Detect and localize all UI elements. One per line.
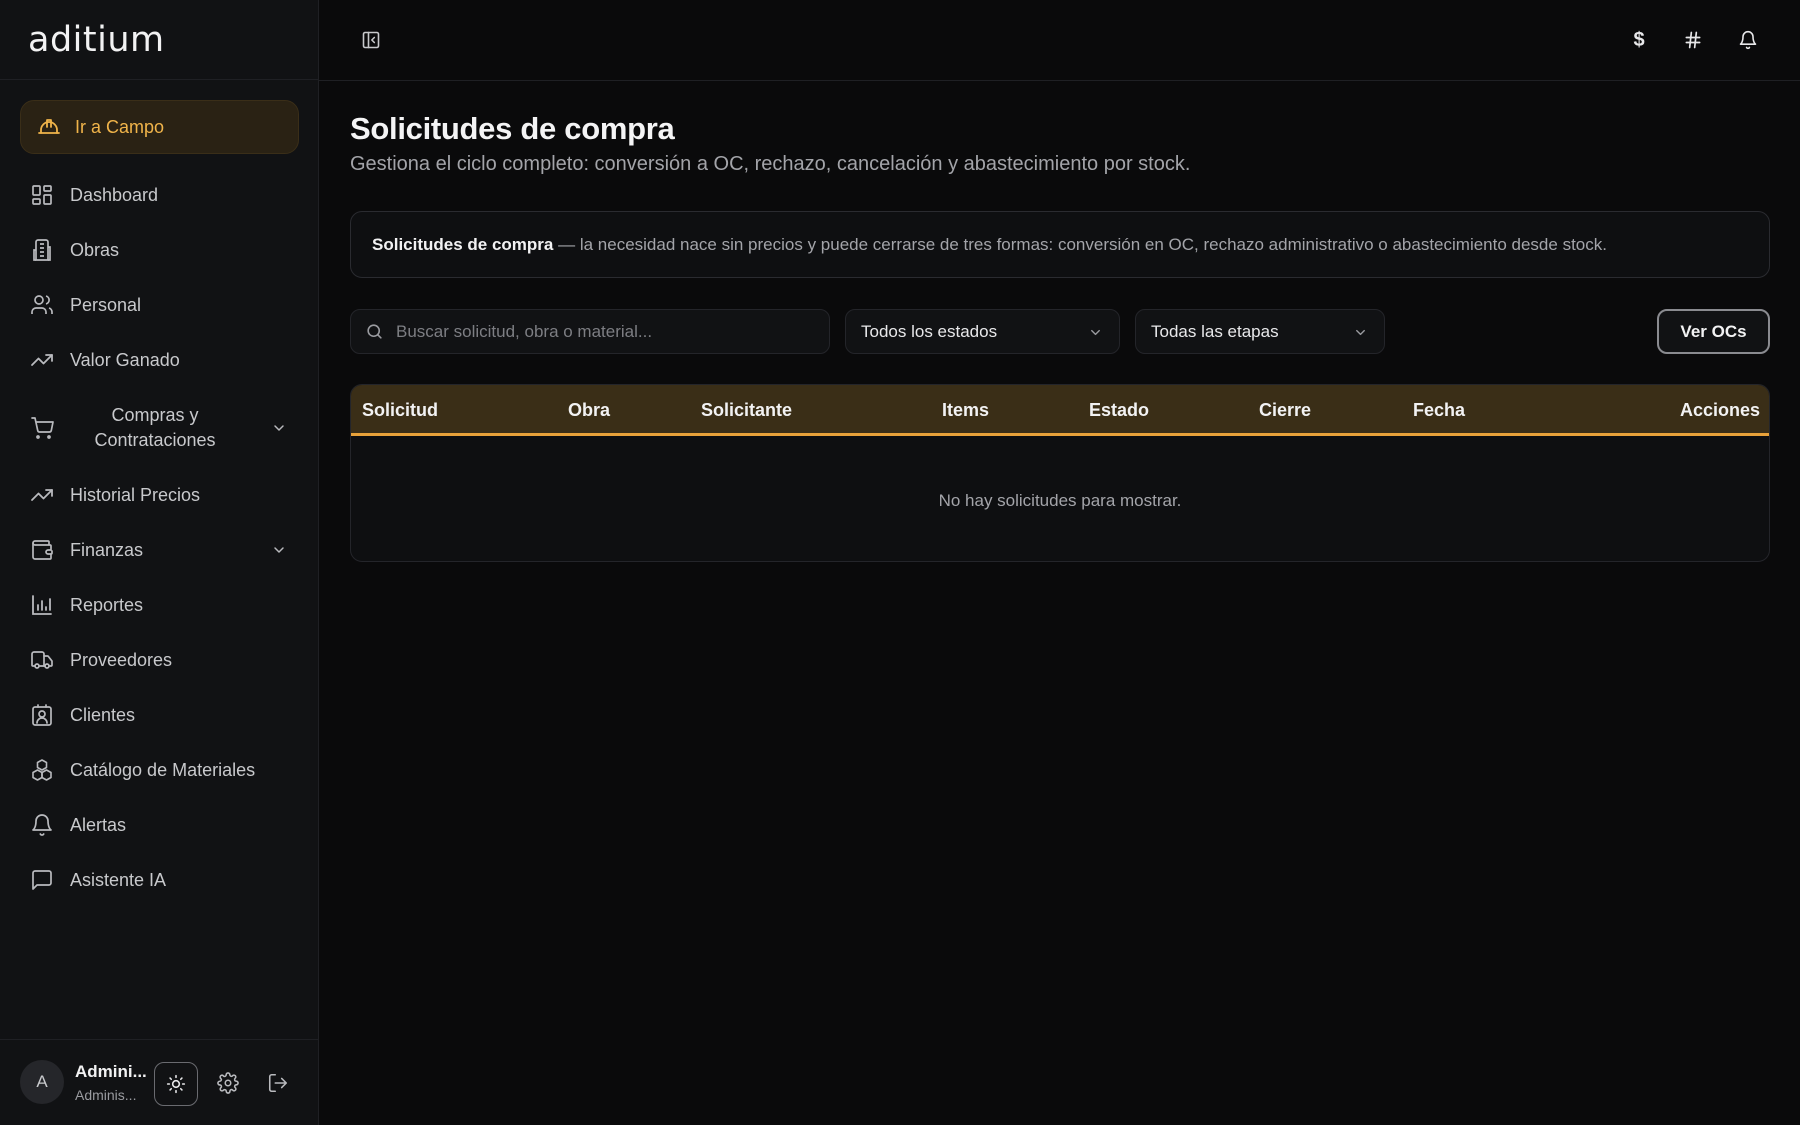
sidebar-item-label: Compras y Contrataciones <box>94 405 216 450</box>
stage-filter-select[interactable]: Todas las etapas <box>1135 309 1385 354</box>
sidebar-item-compras-contrataciones[interactable]: Compras y Contrataciones <box>20 393 299 463</box>
users-icon <box>30 293 54 317</box>
sidebar-item-label: Asistente IA <box>70 869 167 890</box>
chevron-down-icon[interactable] <box>271 542 287 558</box>
search-input[interactable] <box>396 321 816 342</box>
brand-logo[interactable]: aditium <box>28 20 165 60</box>
user-name: Admini... <box>75 1062 147 1081</box>
user-bar: A Admini... Adminis... <box>0 1039 319 1125</box>
sidebar-collapse-icon[interactable] <box>361 30 381 50</box>
bell-icon[interactable] <box>1737 28 1759 52</box>
sidebar-item-reportes[interactable]: Reportes <box>20 582 299 628</box>
chevron-down-icon <box>1088 325 1103 340</box>
hard-hat-icon <box>37 115 61 139</box>
sidebar-item-personal[interactable]: Personal <box>20 282 299 328</box>
user-role: Adminis... <box>75 1087 137 1103</box>
topbar: $ <box>319 0 1800 81</box>
chevron-down-icon <box>1353 325 1368 340</box>
status-filter-select[interactable]: Todos los estados <box>845 309 1120 354</box>
trending-up-icon <box>30 483 54 507</box>
column-header-estado[interactable]: Estado <box>1089 400 1149 421</box>
sidebar-item-historial-precios[interactable]: Historial Precios <box>20 472 299 518</box>
column-header-fecha[interactable]: Fecha <box>1413 400 1465 421</box>
message-icon <box>30 868 54 892</box>
avatar[interactable]: A <box>20 1060 64 1104</box>
sidebar-item-label: Obras <box>70 239 120 260</box>
sidebar-item-label: Historial Precios <box>70 484 201 505</box>
ir-a-campo-label: Ir a Campo <box>75 116 165 137</box>
status-filter-value: Todos los estados <box>861 321 998 341</box>
boxes-icon <box>30 758 54 782</box>
gear-icon[interactable] <box>217 1072 239 1094</box>
sidebar-item-label: Catálogo de Materiales <box>70 759 256 780</box>
sidebar-item-proveedores[interactable]: Proveedores <box>20 637 299 683</box>
dashboard-icon <box>30 183 54 207</box>
requests-table: Solicitud Obra Solicitante Items Estado … <box>350 384 1770 562</box>
sidebar: aditium Ir a Campo Dashboard Obras Perso… <box>0 0 319 1125</box>
column-header-cierre[interactable]: Cierre <box>1259 400 1311 421</box>
brand-header: aditium <box>0 0 318 80</box>
sidebar-item-alertas[interactable]: Alertas <box>20 802 299 848</box>
search-box[interactable] <box>350 309 830 354</box>
column-header-solicitante[interactable]: Solicitante <box>701 400 792 421</box>
sidebar-item-valor-ganado[interactable]: Valor Ganado <box>20 337 299 383</box>
sidebar-item-dashboard[interactable]: Dashboard <box>20 172 299 218</box>
bell-icon <box>30 813 54 837</box>
contact-icon <box>30 703 54 727</box>
search-icon <box>365 322 384 341</box>
column-header-solicitud[interactable]: Solicitud <box>362 400 438 421</box>
sidebar-item-label: Proveedores <box>70 649 173 670</box>
ver-ocs-button[interactable]: Ver OCs <box>1657 309 1770 354</box>
column-header-acciones: Acciones <box>1679 400 1760 420</box>
info-card-text: — la necesidad nace sin precios y puede … <box>553 234 1607 254</box>
dollar-icon[interactable]: $ <box>1628 28 1650 52</box>
page-subtitle: Gestiona el ciclo completo: conversión a… <box>350 153 1191 175</box>
sun-icon <box>166 1074 186 1094</box>
info-card-title: Solicitudes de compra <box>372 234 554 254</box>
empty-state-message: No hay solicitudes para mostrar. <box>938 491 1182 510</box>
sidebar-item-clientes[interactable]: Clientes <box>20 692 299 738</box>
truck-icon <box>30 648 54 672</box>
sidebar-item-obras[interactable]: Obras <box>20 227 299 273</box>
sidebar-item-asistente-ia[interactable]: Asistente IA <box>20 857 299 903</box>
sidebar-item-label: Valor Ganado <box>70 349 180 370</box>
page-title: Solicitudes de compra <box>350 111 675 146</box>
stage-filter-value: Todas las etapas <box>1151 321 1279 341</box>
trending-up-icon <box>30 348 54 372</box>
sidebar-item-label: Finanzas <box>70 539 144 560</box>
sidebar-item-label: Clientes <box>70 704 136 725</box>
sidebar-item-finanzas[interactable]: Finanzas <box>20 527 299 573</box>
theme-toggle-button[interactable] <box>154 1062 198 1106</box>
info-card: Solicitudes de compra — la necesidad nac… <box>350 211 1770 278</box>
sidebar-item-label: Reportes <box>70 594 144 615</box>
ir-a-campo-button[interactable]: Ir a Campo <box>20 100 299 154</box>
bar-chart-icon <box>30 593 54 617</box>
column-header-items[interactable]: Items <box>942 400 989 421</box>
cart-icon <box>30 416 54 440</box>
chevron-down-icon[interactable] <box>271 420 287 436</box>
sidebar-item-label: Alertas <box>70 814 127 835</box>
column-header-obra[interactable]: Obra <box>568 400 610 421</box>
hash-icon[interactable] <box>1682 28 1704 52</box>
building-icon <box>30 238 54 262</box>
wallet-icon <box>30 538 54 562</box>
sidebar-item-label: Personal <box>70 294 142 315</box>
sidebar-item-catalogo-materiales[interactable]: Catálogo de Materiales <box>20 747 299 793</box>
table-header: Solicitud Obra Solicitante Items Estado … <box>351 385 1769 436</box>
sidebar-item-label: Dashboard <box>70 184 159 205</box>
logout-icon[interactable] <box>267 1072 289 1094</box>
